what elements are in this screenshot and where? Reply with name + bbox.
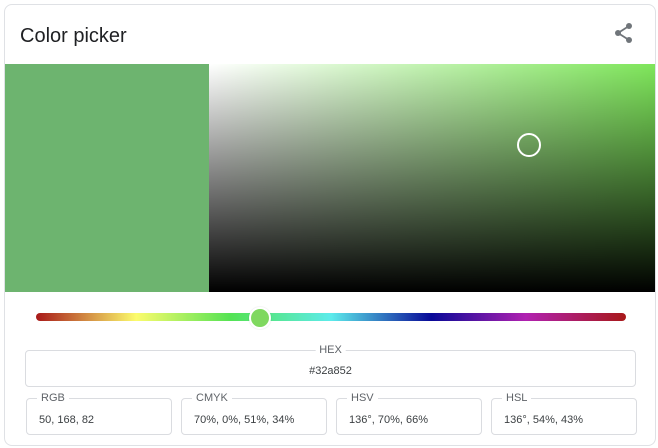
cmyk-label: CMYK: [192, 392, 232, 405]
hex-value[interactable]: #32a852: [26, 365, 635, 378]
color-picker-card: Color picker HEX #32a852 RGB 50, 168, 82…: [4, 4, 656, 446]
hex-label: HEX: [315, 344, 346, 357]
saturation-value-handle[interactable]: [517, 133, 541, 157]
hue-slider-handle[interactable]: [249, 307, 271, 329]
card-header: Color picker: [5, 5, 655, 63]
saturation-value-area[interactable]: [209, 64, 655, 292]
hsl-label: HSL: [502, 392, 532, 405]
hsv-label: HSV: [347, 392, 378, 405]
hsl-value[interactable]: 136°, 54%, 43%: [504, 414, 583, 427]
share-icon: [615, 23, 632, 43]
rgb-label: RGB: [37, 392, 69, 405]
card-title: Color picker: [20, 25, 127, 47]
color-preview-swatch: [5, 64, 209, 292]
cmyk-field[interactable]: CMYK 70%, 0%, 51%, 34%: [181, 392, 327, 435]
hsl-field[interactable]: HSL 136°, 54%, 43%: [491, 392, 637, 435]
hsv-value[interactable]: 136°, 70%, 66%: [349, 414, 428, 427]
hsv-field[interactable]: HSV 136°, 70%, 66%: [336, 392, 482, 435]
share-button[interactable]: [611, 20, 637, 46]
rgb-value[interactable]: 50, 168, 82: [39, 414, 94, 427]
hex-field[interactable]: HEX #32a852: [25, 344, 636, 387]
hue-slider[interactable]: [36, 313, 626, 321]
rgb-field[interactable]: RGB 50, 168, 82: [26, 392, 172, 435]
cmyk-value[interactable]: 70%, 0%, 51%, 34%: [194, 414, 294, 427]
value-gradient: [209, 64, 655, 292]
